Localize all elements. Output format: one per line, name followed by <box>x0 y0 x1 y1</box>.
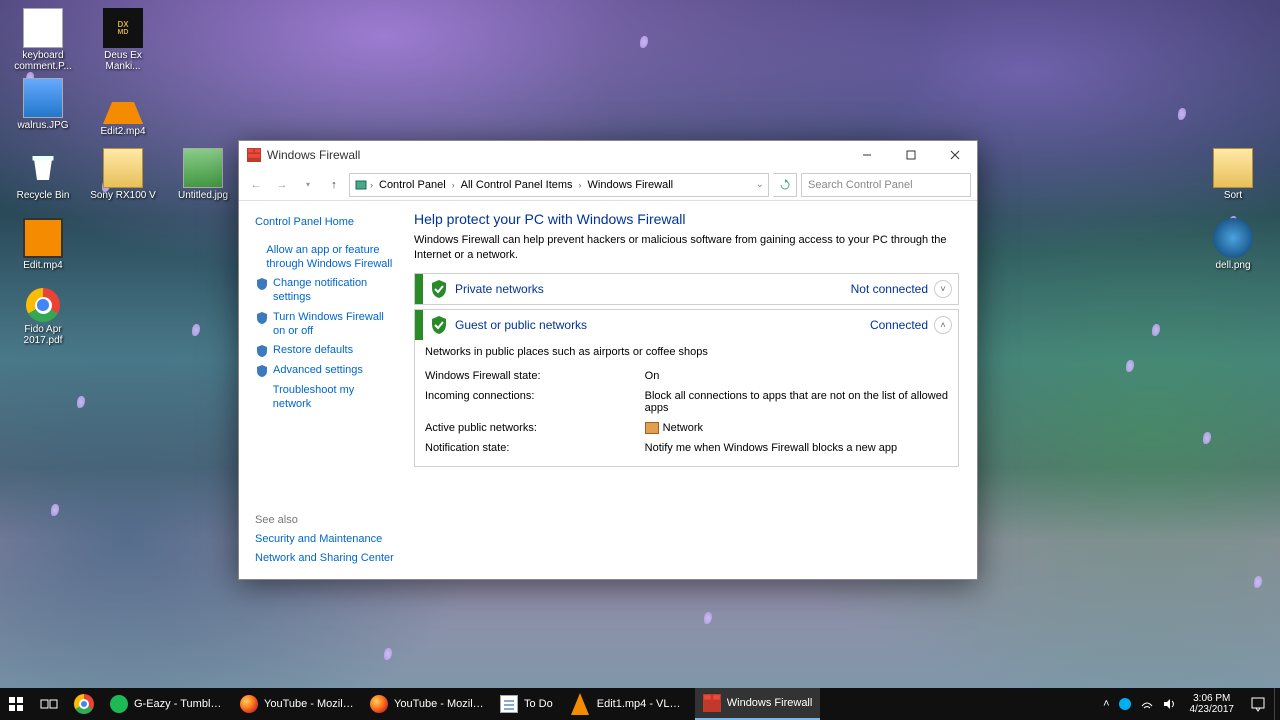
start-button[interactable] <box>0 688 32 720</box>
see-also-security[interactable]: Security and Maintenance <box>255 530 394 550</box>
sidebar-item-4[interactable]: Advanced settings <box>273 361 363 381</box>
desktop-icon-sort[interactable]: Sort <box>1198 148 1268 201</box>
desktop-icon-dell[interactable]: dell.png <box>1198 218 1268 271</box>
firewall-icon <box>247 148 261 162</box>
back-button[interactable]: ← <box>245 174 267 196</box>
maximize-button[interactable] <box>889 141 933 169</box>
breadcrumb-1[interactable]: All Control Panel Items <box>457 177 577 193</box>
breadcrumb[interactable]: › Control Panel› All Control Panel Items… <box>349 173 769 197</box>
network-group-body: Networks in public places such as airpor… <box>415 340 958 466</box>
see-also-label: See also <box>255 514 394 530</box>
firewall-window: Windows Firewall ← → ▾ ↑ › Control Panel… <box>238 140 978 580</box>
search-input[interactable]: Search Control Panel <box>801 173 971 197</box>
taskbar-item-4[interactable]: Edit1.mp4 - VLC m... <box>561 688 695 720</box>
taskbar-item-label: YouTube - Mozilla ... <box>264 698 354 710</box>
toolbar: ← → ▾ ↑ › Control Panel› All Control Pan… <box>239 169 977 201</box>
breadcrumb-0[interactable]: Control Panel <box>375 177 450 193</box>
row-key: Incoming connections: <box>425 386 645 418</box>
taskbar-item-5[interactable]: Windows Firewall <box>695 688 821 720</box>
spotify-icon <box>110 695 128 713</box>
desktop-icon-edit2[interactable]: Edit2.mp4 <box>88 78 158 137</box>
desktop-icon-sony[interactable]: Sony RX100 V <box>88 148 158 201</box>
network-group-header[interactable]: Private networksNot connected˅ <box>415 274 958 304</box>
forward-button[interactable]: → <box>271 174 293 196</box>
row-key: Windows Firewall state: <box>425 366 645 386</box>
row-value: Network <box>645 418 948 438</box>
taskbar: G-Eazy - Tumblr Girls YouTube - Mozilla .… <box>0 688 1280 720</box>
row-value: On <box>645 366 948 386</box>
desktop-icon-deus-ex[interactable]: DXMDDeus Ex Manki... <box>88 8 158 72</box>
sidebar-item-5[interactable]: Troubleshoot my network <box>273 381 394 415</box>
taskbar-item-label: To Do <box>524 698 553 710</box>
controlpanel-icon <box>354 178 368 192</box>
network-group-header[interactable]: Guest or public networksConnected˄ <box>415 310 958 340</box>
vlc-icon <box>571 693 589 715</box>
shield-icon <box>255 364 269 378</box>
taskbar-item-label: G-Eazy - Tumblr Girls <box>134 698 224 710</box>
taskbar-chrome[interactable] <box>66 688 102 720</box>
shield-check-icon <box>429 315 449 335</box>
shield-check-icon <box>429 279 449 299</box>
show-desktop-button[interactable] <box>1274 688 1280 720</box>
window-title: Windows Firewall <box>267 148 360 162</box>
sidebar-item-1[interactable]: Change notification settings <box>273 274 394 308</box>
taskbar-item-label: Edit1.mp4 - VLC m... <box>597 698 687 710</box>
taskbar-item-0[interactable]: G-Eazy - Tumblr Girls <box>102 688 232 720</box>
breadcrumb-dropdown-icon[interactable]: ⌄ <box>756 179 764 190</box>
row-value: Notify me when Windows Firewall blocks a… <box>645 438 948 458</box>
sidebar-item-2[interactable]: Turn Windows Firewall on or off <box>273 308 394 342</box>
breadcrumb-2[interactable]: Windows Firewall <box>584 177 678 193</box>
desktop-icon-edit-mp4[interactable]: Edit.mp4 <box>8 218 78 271</box>
tray-volume-icon[interactable] <box>1162 697 1176 711</box>
network-icon <box>645 422 659 434</box>
refresh-button[interactable] <box>773 173 797 197</box>
desktop-icon-untitled[interactable]: Untitled.jpg <box>168 148 238 201</box>
see-also-network[interactable]: Network and Sharing Center <box>255 549 394 569</box>
titlebar[interactable]: Windows Firewall <box>239 141 977 169</box>
desktop-icon-fido-pdf[interactable]: Fido Apr 2017.pdf <box>8 288 78 346</box>
sidebar: Control Panel Home Allow an app or featu… <box>239 201 404 579</box>
row-value: Block all connections to apps that are n… <box>645 386 948 418</box>
shield-icon <box>255 344 269 358</box>
desktop-icon-keyboard[interactable]: keyboard comment.P... <box>8 8 78 72</box>
chevron-up-icon[interactable]: ˄ <box>934 316 952 334</box>
row-key: Notification state: <box>425 438 645 458</box>
sidebar-item-3[interactable]: Restore defaults <box>273 341 353 361</box>
tray-chevron-up-icon[interactable]: ˄ <box>1103 698 1109 710</box>
tray-app-icon[interactable] <box>1118 697 1132 711</box>
firewall-icon <box>703 694 721 712</box>
close-button[interactable] <box>933 141 977 169</box>
dropdown-history[interactable]: ▾ <box>297 174 319 196</box>
taskbar-item-label: Windows Firewall <box>727 697 813 709</box>
taskbar-item-label: YouTube - Mozilla ... <box>394 698 484 710</box>
minimize-button[interactable] <box>845 141 889 169</box>
up-button[interactable]: ↑ <box>323 174 345 196</box>
taskbar-item-2[interactable]: YouTube - Mozilla ... <box>362 688 492 720</box>
shield-icon <box>255 277 269 291</box>
page-description: Windows Firewall can help prevent hacker… <box>414 233 959 263</box>
sidebar-item-0[interactable]: Allow an app or feature through Windows … <box>266 241 394 275</box>
tray-wifi-icon[interactable] <box>1140 697 1154 711</box>
taskbar-item-1[interactable]: YouTube - Mozilla ... <box>232 688 362 720</box>
control-panel-home[interactable]: Control Panel Home <box>255 213 394 233</box>
content-pane: Help protect your PC with Windows Firewa… <box>404 201 977 579</box>
network-subtitle: Networks in public places such as airpor… <box>425 346 948 358</box>
network-group-0: Private networksNot connected˅ <box>414 273 959 305</box>
taskbar-clock[interactable]: 3:06 PM 4/23/2017 <box>1182 688 1243 720</box>
page-heading: Help protect your PC with Windows Firewa… <box>414 211 959 227</box>
notes-icon <box>500 695 518 713</box>
shield-icon <box>255 311 269 325</box>
notifications-button[interactable] <box>1242 688 1274 720</box>
desktop-icon-walrus[interactable]: walrus.JPG <box>8 78 78 131</box>
network-group-1: Guest or public networksConnected˄ Networ… <box>414 309 959 467</box>
desktop-icon-recycle-bin[interactable]: Recycle Bin <box>8 148 78 201</box>
chevron-down-icon[interactable]: ˅ <box>934 280 952 298</box>
system-tray[interactable]: ˄ <box>1097 688 1181 720</box>
firefox-icon <box>370 695 388 713</box>
firefox-icon <box>240 695 258 713</box>
task-view-button[interactable] <box>32 688 66 720</box>
taskbar-item-3[interactable]: To Do <box>492 688 561 720</box>
row-key: Active public networks: <box>425 418 645 438</box>
